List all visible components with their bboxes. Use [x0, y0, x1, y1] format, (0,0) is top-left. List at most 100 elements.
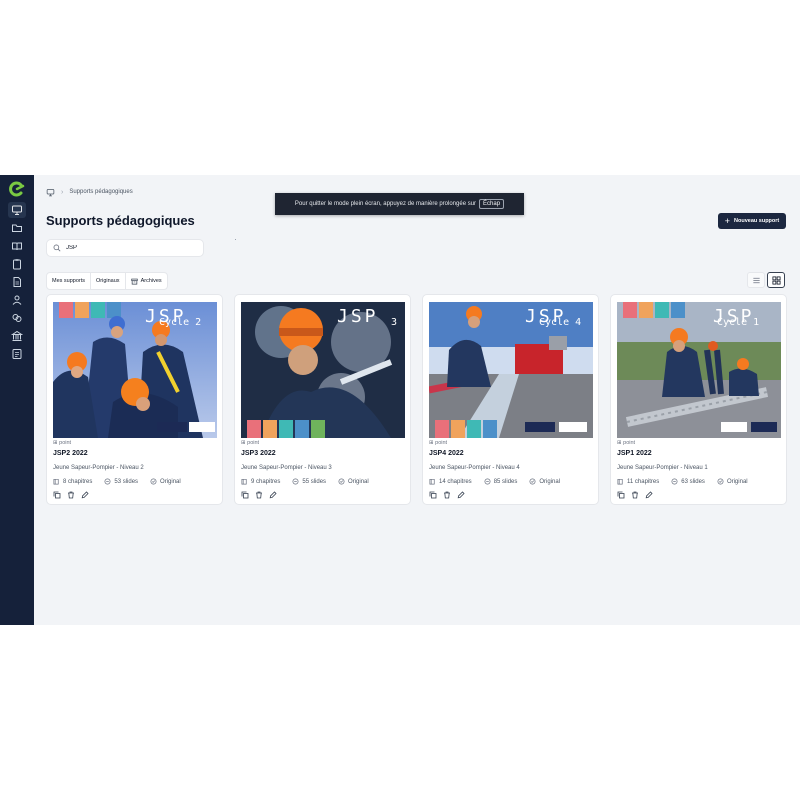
- copy-icon: [241, 491, 249, 499]
- chapters-count: 8 chapitres: [63, 478, 93, 485]
- chevron-right-icon: ›: [61, 188, 64, 196]
- card-actions: [241, 491, 277, 499]
- status-stat: Original: [717, 478, 748, 485]
- chapters-count: 9 chapitres: [251, 478, 281, 485]
- presentation-icon: [12, 205, 22, 215]
- edit-button[interactable]: [645, 491, 653, 499]
- card-thumbnail: JSP 3: [241, 302, 405, 438]
- sidebar-item-folders[interactable]: [8, 220, 26, 236]
- slides-icon: [104, 478, 111, 485]
- filter-label: Mes supports: [52, 278, 86, 284]
- trash-icon: [256, 491, 262, 499]
- sidebar-item-documents[interactable]: [8, 274, 26, 290]
- card-title: JSP3 2022: [241, 450, 276, 457]
- page-title: Supports pédagogiques: [46, 213, 195, 228]
- chapters-count: 14 chapitres: [439, 478, 472, 485]
- folder-icon: [12, 224, 22, 232]
- list-icon: [752, 277, 760, 283]
- card-thumbnail: JSP Cycle 4: [429, 302, 593, 438]
- card-title: JSP2 2022: [53, 450, 88, 457]
- check-circle-icon: [338, 478, 345, 485]
- slides-icon: [484, 478, 491, 485]
- edit-button[interactable]: [269, 491, 277, 499]
- support-card[interactable]: JSP 3 ⊞ point JSP3 2022 Jeune Sapeur-Pom…: [234, 294, 411, 505]
- card-tag: ⊞ point: [617, 440, 636, 446]
- card-stats: 9 chapitres 55 slides Original: [241, 478, 369, 485]
- thumbnail-cycle: 3: [391, 317, 398, 328]
- status-label: Original: [160, 478, 181, 485]
- layers-icon: [12, 314, 22, 322]
- card-stats: 14 chapitres 85 slides Original: [429, 478, 560, 485]
- sidebar-item-modules[interactable]: [8, 310, 26, 326]
- duplicate-button[interactable]: [429, 491, 437, 499]
- delete-button[interactable]: [255, 491, 263, 499]
- filter-group: Mes supports Originaux Archives: [46, 272, 168, 290]
- filter-archives[interactable]: Archives: [126, 273, 167, 289]
- check-circle-icon: [717, 478, 724, 485]
- escape-key-hint: Échap: [479, 199, 505, 209]
- duplicate-button[interactable]: [53, 491, 61, 499]
- sidebar: [0, 175, 34, 625]
- trash-icon: [632, 491, 638, 499]
- sidebar-item-users[interactable]: [8, 292, 26, 308]
- thumbnail-cycle: Cycle 4: [539, 317, 582, 328]
- edit-button[interactable]: [81, 491, 89, 499]
- fullscreen-toast: Pour quitter le mode plein écran, appuye…: [275, 193, 524, 215]
- search-input[interactable]: [66, 245, 186, 251]
- list-view-button[interactable]: [747, 272, 765, 288]
- card-stats: 8 chapitres 53 slides Original: [53, 478, 181, 485]
- sidebar-item-library[interactable]: [8, 238, 26, 254]
- card-thumbnail: JSP Cycle 1: [617, 302, 781, 438]
- slides-icon: [292, 478, 299, 485]
- slides-stat: 63 slides: [671, 478, 705, 485]
- new-support-button[interactable]: + Nouveau support: [718, 213, 786, 229]
- filter-originaux[interactable]: Originaux: [91, 273, 126, 289]
- thumbnail-image: [241, 302, 405, 438]
- card-title: JSP1 2022: [617, 450, 652, 457]
- pencil-icon: [81, 491, 89, 499]
- card-subtitle: Jeune Sapeur-Pompier - Niveau 4: [429, 465, 520, 471]
- duplicate-button[interactable]: [241, 491, 249, 499]
- card-tag: ⊞ point: [53, 440, 72, 446]
- card-stats: 11 chapitres 63 slides Original: [617, 478, 748, 485]
- delete-button[interactable]: [443, 491, 451, 499]
- sidebar-item-supports[interactable]: [8, 202, 26, 218]
- edit-button[interactable]: [457, 491, 465, 499]
- clipboard-icon: [13, 259, 21, 270]
- chapters-count: 11 chapitres: [627, 478, 660, 485]
- support-card[interactable]: JSP Cycle 2 ⊞ point JSP2 2022 Jeune Sape…: [46, 294, 223, 505]
- card-actions: [617, 491, 653, 499]
- delete-button[interactable]: [67, 491, 75, 499]
- duplicate-button[interactable]: [617, 491, 625, 499]
- thumbnail-cycle: Cycle 1: [717, 317, 760, 328]
- sidebar-item-exercises[interactable]: [8, 256, 26, 272]
- chapters-stat: 14 chapitres: [429, 478, 472, 485]
- card-actions: [53, 491, 89, 499]
- slides-count: 55 slides: [302, 478, 327, 485]
- filter-mes-supports[interactable]: Mes supports: [47, 273, 92, 289]
- document-icon: [13, 277, 21, 287]
- support-card[interactable]: JSP Cycle 4 ⊞ point JSP4 2022 Jeune Sape…: [422, 294, 599, 505]
- plus-icon: +: [724, 215, 731, 226]
- brand-logo[interactable]: [8, 180, 26, 198]
- breadcrumb: › Supports pédagogiques: [46, 187, 133, 197]
- sidebar-item-profile[interactable]: [8, 346, 26, 362]
- card-thumbnail: JSP Cycle 2: [53, 302, 217, 438]
- chapters-stat: 9 chapitres: [241, 478, 280, 485]
- toast-message: Pour quitter le mode plein écran, appuye…: [294, 201, 477, 207]
- delete-button[interactable]: [631, 491, 639, 499]
- search-icon: [53, 244, 61, 252]
- status-stat: Original: [529, 478, 560, 485]
- book-icon: [53, 478, 59, 485]
- presentation-icon[interactable]: [46, 188, 55, 197]
- grid-view-button[interactable]: [767, 272, 785, 288]
- book-icon: [429, 478, 435, 485]
- pencil-icon: [645, 491, 653, 499]
- check-circle-icon: [150, 478, 157, 485]
- sidebar-item-centers[interactable]: [8, 328, 26, 344]
- id-card-icon: [12, 349, 22, 359]
- support-card[interactable]: JSP Cycle 1 ⊞ point JSP1 2022 Jeune Sape…: [610, 294, 787, 505]
- card-subtitle: Jeune Sapeur-Pompier - Niveau 1: [617, 465, 708, 471]
- copy-icon: [429, 491, 437, 499]
- status-label: Original: [539, 478, 561, 485]
